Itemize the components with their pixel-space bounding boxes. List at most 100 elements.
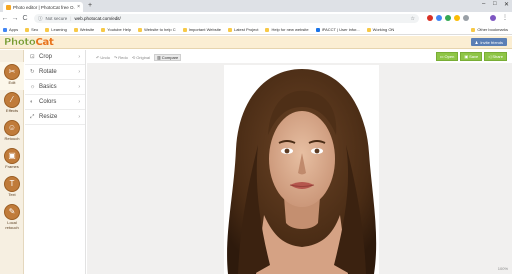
photocat-logo[interactable]: Photo Cat xyxy=(4,37,54,48)
panel-item-label: Basics xyxy=(39,84,57,90)
user-plus-icon: ♟ xyxy=(474,39,479,45)
panel-item-label: Resize xyxy=(39,114,58,120)
invite-friends-button[interactable]: ♟ Invite friends xyxy=(470,38,507,46)
compare-button[interactable]: ▥ Compare xyxy=(154,53,182,61)
folder-icon xyxy=(73,27,78,32)
bookmark-item[interactable]: Youtube Help xyxy=(101,27,131,32)
portrait-photo xyxy=(224,65,379,274)
panel-item-rotate[interactable]: ↻ Rotate › xyxy=(25,65,85,80)
bookmark-item[interactable]: Latest Project xyxy=(227,27,258,32)
panel-item-basics[interactable]: ☼ Basics › xyxy=(25,80,85,95)
undo-button[interactable]: ↶ Undo xyxy=(96,55,110,60)
open-button[interactable]: ▭ Open xyxy=(435,52,459,61)
edit-panel: ⊡ Crop › ↻ Rotate › ☼ Basics › ◐ Colors … xyxy=(25,50,86,274)
tool-effects[interactable]: ⁄ Effects xyxy=(0,90,24,118)
panel-item-resize[interactable]: ⤢ Resize › xyxy=(25,110,85,125)
minimize-window-button[interactable]: – xyxy=(482,1,485,7)
rotate-icon: ↻ xyxy=(30,69,35,75)
info-icon[interactable]: ⓘ xyxy=(38,16,43,22)
close-window-button[interactable]: ✕ xyxy=(504,1,509,8)
panel-item-label: Colors xyxy=(39,99,57,105)
bookmark-item[interactable]: Important Website xyxy=(182,27,221,32)
bookmarks-bar: Apps Seo Learning Website Youtube Help W… xyxy=(0,25,512,35)
tool-frames[interactable]: ▣ Frames xyxy=(0,146,24,174)
bookmark-item[interactable]: Seo xyxy=(25,27,38,32)
resize-icon: ⤢ xyxy=(30,113,35,120)
tool-edit[interactable]: ✂ Edit xyxy=(0,62,24,90)
chevron-right-icon: › xyxy=(78,69,80,75)
editor-toolbar: ↶ Undo ↷ Redo ⟲ Original ▥ Compare xyxy=(96,53,182,61)
bookmark-apps[interactable]: Apps xyxy=(3,27,18,32)
tool-text[interactable]: T Text xyxy=(0,174,24,202)
crop-icon: ⊡ xyxy=(30,54,35,60)
bookmark-item[interactable]: Learning xyxy=(45,27,67,32)
brush-icon: ✎ xyxy=(4,204,20,220)
left-toolbar: ✂ Edit ⁄ Effects ☺ Retouch ▣ Frames T Te… xyxy=(0,50,24,274)
folder-icon xyxy=(265,27,270,32)
bookmark-item[interactable]: Website xyxy=(73,27,94,32)
panel-item-colors[interactable]: ◐ Colors › xyxy=(25,95,85,110)
folder-icon xyxy=(182,27,187,32)
bookmark-star-icon[interactable]: ☆ xyxy=(411,16,415,22)
photocat-favicon-icon xyxy=(6,4,11,10)
url-text[interactable]: web.photocat.com/edit/ xyxy=(74,16,120,21)
extension-icon[interactable] xyxy=(427,15,433,21)
chevron-right-icon: › xyxy=(78,99,80,105)
app-header: Photo Cat ♟ Invite friends xyxy=(0,36,512,49)
revert-icon: ⟲ xyxy=(131,54,136,60)
undo-icon: ↶ xyxy=(96,54,100,60)
back-icon[interactable]: ← xyxy=(0,15,10,22)
logo-text-photo: Photo xyxy=(4,37,36,48)
redo-button[interactable]: ↷ Redo xyxy=(114,55,128,60)
folder-icon xyxy=(138,27,143,32)
photo-image[interactable] xyxy=(224,65,379,274)
folder-icon xyxy=(45,27,50,32)
scissors-icon: ✂ xyxy=(4,64,20,80)
extension-icon[interactable] xyxy=(436,15,442,21)
folder-icon xyxy=(366,27,371,32)
bookmark-item[interactable]: Website to help C xyxy=(138,27,176,32)
folder-icon xyxy=(25,27,30,32)
original-button[interactable]: ⟲ Original xyxy=(132,55,150,60)
tool-local-retouch[interactable]: ✎ Local retouch xyxy=(0,202,24,236)
folder-open-icon: ▭ xyxy=(439,54,444,59)
tool-retouch[interactable]: ☺ Retouch xyxy=(0,118,24,146)
wand-icon: ⁄ xyxy=(4,92,20,108)
browser-menu-icon[interactable]: ⋮ xyxy=(502,14,508,21)
extension-icon[interactable] xyxy=(463,15,469,21)
other-bookmarks[interactable]: Other bookmarks xyxy=(471,27,508,32)
extension-icon[interactable] xyxy=(454,15,460,21)
chevron-right-icon: › xyxy=(78,54,80,60)
save-icon: ▣ xyxy=(464,54,469,59)
browser-tab[interactable]: Photo editor | PhotoCat free O... × xyxy=(3,2,83,12)
browser-toolbar: ← → C ⓘ Not secure | web.photocat.com/ed… xyxy=(0,12,512,25)
share-button[interactable]: ◁ Share xyxy=(484,52,507,61)
profile-avatar[interactable] xyxy=(490,15,496,21)
action-buttons: ▭ Open ▣ Save ◁ Share xyxy=(435,52,507,61)
face-icon: ☺ xyxy=(4,120,20,136)
reload-icon[interactable]: C xyxy=(20,15,30,22)
tab-title: Photo editor | PhotoCat free O... xyxy=(13,4,76,10)
extension-icon[interactable] xyxy=(445,15,451,21)
share-icon: ◁ xyxy=(488,54,492,59)
apps-grid-icon xyxy=(3,27,7,32)
folder-icon xyxy=(227,27,232,32)
zoom-level[interactable]: 100% xyxy=(498,266,508,271)
maximize-window-button[interactable]: □ xyxy=(493,1,497,7)
close-tab-icon[interactable]: × xyxy=(77,4,80,10)
bookmark-item[interactable]: Working ON xyxy=(366,27,394,32)
new-tab-button[interactable]: + xyxy=(88,2,92,10)
bookmark-item[interactable]: Help for new website xyxy=(265,27,309,32)
bookmark-item[interactable]: IPACCT | User infor... xyxy=(315,27,360,32)
editor-canvas[interactable]: 100% xyxy=(87,63,512,274)
save-button[interactable]: ▣ Save xyxy=(460,52,483,61)
compare-icon: ▥ xyxy=(157,54,161,60)
chevron-right-icon: › xyxy=(78,84,80,90)
address-bar[interactable]: ⓘ Not secure | web.photocat.com/edit/ ☆ xyxy=(34,14,419,23)
text-icon: T xyxy=(4,176,20,192)
forward-icon[interactable]: → xyxy=(10,15,20,22)
chevron-right-icon: › xyxy=(78,114,80,120)
browser-tab-bar: Photo editor | PhotoCat free O... × + – … xyxy=(0,0,512,12)
panel-item-crop[interactable]: ⊡ Crop › xyxy=(25,50,85,65)
frame-icon: ▣ xyxy=(4,148,20,164)
